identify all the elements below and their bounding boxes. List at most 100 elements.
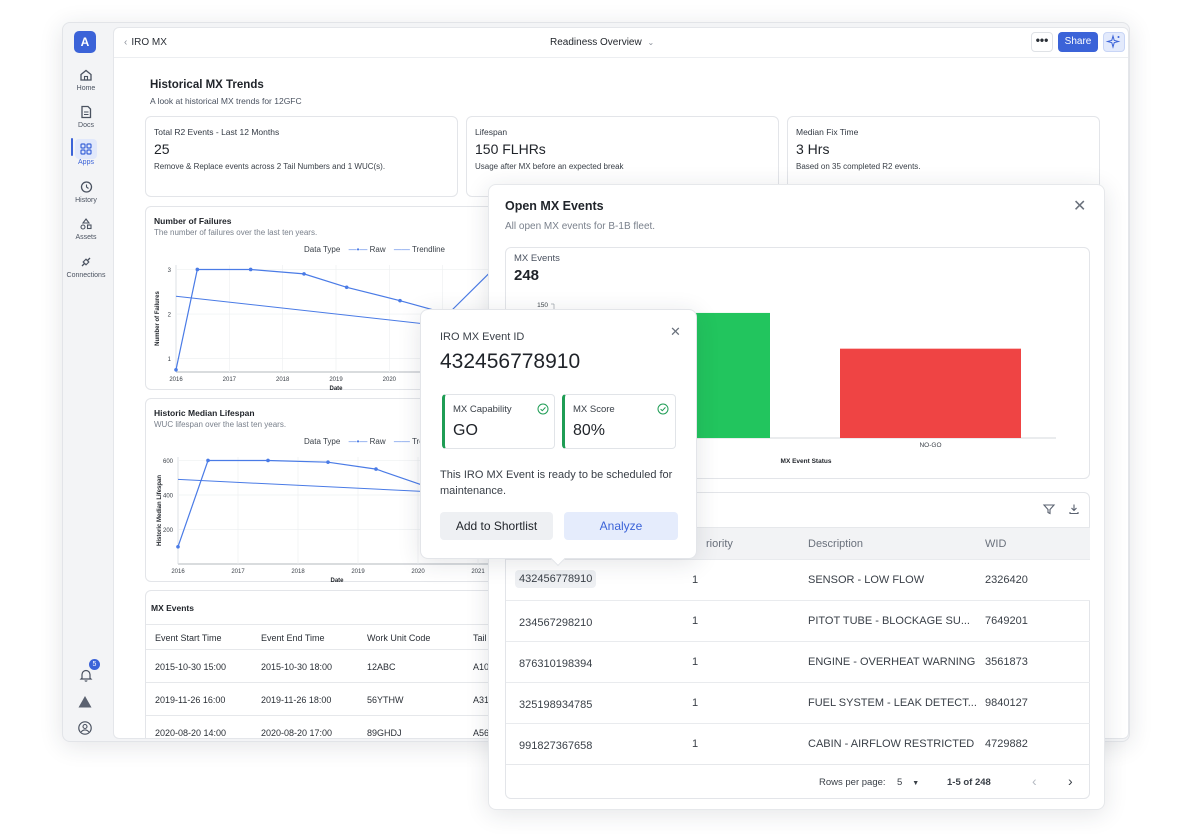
filter-button[interactable] <box>1042 502 1056 521</box>
column-header-priority[interactable]: riority <box>706 538 733 550</box>
x-tick-label: 2019 <box>351 569 365 575</box>
column-header[interactable]: Tail <box>473 633 487 643</box>
cell-tail: A56 <box>473 728 490 738</box>
cell-end: 2020-08-20 17:00 <box>261 728 333 738</box>
warning-icon <box>78 696 92 708</box>
check-circle-icon <box>537 403 549 415</box>
close-icon: ✕ <box>670 324 681 339</box>
download-icon <box>1069 504 1079 515</box>
x-tick-label: 2020 <box>383 377 397 383</box>
table-header: Event Start Time Event End Time Work Uni… <box>146 624 506 650</box>
score-card: MX Score 80% <box>562 394 676 449</box>
cell-event-id[interactable]: 234567298210 <box>519 617 592 629</box>
table-row[interactable]: 2019-11-26 16:00 2019-11-26 18:00 56YTHW… <box>146 683 506 716</box>
back-link[interactable]: ‹ IRO MX <box>124 37 167 48</box>
rows-per-page-label: Rows per page: <box>819 777 886 788</box>
y-tick-label: 150 <box>537 302 548 309</box>
more-options-button[interactable]: ••• <box>1031 32 1053 52</box>
sidebar-item-connections[interactable]: Connections <box>63 254 109 279</box>
page-subtitle: A look at historical MX trends for 12GFC <box>150 96 302 106</box>
share-button[interactable]: Share <box>1058 32 1098 52</box>
next-page-button[interactable]: › <box>1068 773 1073 789</box>
cell-tail: A10 <box>473 662 490 672</box>
column-header-description[interactable]: Description <box>808 538 863 550</box>
sidebar-item-assets[interactable]: Assets <box>63 216 109 241</box>
analyze-button[interactable]: Analyze <box>564 512 678 540</box>
table-row[interactable]: 234567298210 1 PITOT TUBE - BLOCKAGE SU.… <box>506 600 1090 641</box>
data-point <box>344 285 349 290</box>
cell-wid: 2326420 <box>985 574 1028 586</box>
kpi-value: 25 <box>154 141 170 157</box>
table-row[interactable]: 2015-10-30 15:00 2015-10-30 18:00 12ABC … <box>146 650 506 683</box>
download-button[interactable] <box>1067 502 1081 521</box>
y-tick-label: 600 <box>163 459 174 465</box>
score-value: 80% <box>573 422 606 439</box>
view-selector[interactable]: Readiness Overview ⌄ <box>550 37 654 48</box>
cell-event-id[interactable]: 325198934785 <box>519 699 592 711</box>
y-tick-label: 400 <box>163 493 174 499</box>
close-popover-button[interactable]: ✕ <box>670 324 681 340</box>
x-axis-label: Date <box>330 578 344 583</box>
cell-start: 2019-11-26 16:00 <box>155 695 226 705</box>
notifications-button[interactable]: 5 <box>78 659 100 688</box>
workspace-logo[interactable]: A <box>74 31 96 53</box>
panel-subtitle: All open MX events for B-1B fleet. <box>505 221 656 232</box>
pagination-bar: Rows per page: 5 ▼ 1-5 of 248 ‹ › <box>506 764 1090 799</box>
column-header[interactable]: Event End Time <box>261 633 325 643</box>
page-range: 1-5 of 248 <box>947 777 991 788</box>
cell-end: 2019-11-26 18:00 <box>261 695 332 705</box>
table-row[interactable]: 991827367658 1 CABIN - AIRFLOW RESTRICTE… <box>506 723 1090 764</box>
kpi-value: 3 Hrs <box>796 141 830 157</box>
data-point <box>266 458 270 463</box>
cell-event-id[interactable]: 991827367658 <box>519 740 592 752</box>
cell-event-id[interactable]: 432456778910 <box>515 570 597 588</box>
column-header-wid[interactable]: WID <box>985 538 1006 550</box>
table-row[interactable]: 876310198394 1 ENGINE - OVERHEAT WARNING… <box>506 641 1090 682</box>
profile-button[interactable] <box>77 720 93 741</box>
prev-page-button[interactable]: ‹ <box>1032 773 1037 789</box>
table-row[interactable]: 325198934785 1 FUEL SYSTEM - LEAK DETECT… <box>506 682 1090 723</box>
close-panel-button[interactable]: ✕ <box>1073 199 1086 215</box>
popup-message: This IRO MX Event is ready to be schedul… <box>440 469 673 497</box>
cell-tail: A31 <box>473 695 490 705</box>
x-tick-label: 2018 <box>291 569 305 575</box>
add-to-shortlist-button[interactable]: Add to Shortlist <box>440 512 553 540</box>
x-tick-label: 2017 <box>231 569 245 575</box>
sidebar-item-apps[interactable]: Apps <box>63 138 109 166</box>
score-label: MX Score <box>573 404 615 415</box>
column-header[interactable]: Event Start Time <box>155 633 222 643</box>
sidebar-item-history[interactable]: History <box>63 179 109 204</box>
capability-label: MX Capability <box>453 404 512 415</box>
panel-title: Open MX Events <box>505 199 604 213</box>
page-title: Historical MX Trends <box>150 79 264 91</box>
check-circle-icon <box>657 403 669 415</box>
x-tick-label: 2016 <box>169 377 183 383</box>
notification-badge: 5 <box>89 659 100 670</box>
cell-priority: 1 <box>692 738 699 750</box>
table-row[interactable]: 2020-08-20 14:00 2020-08-20 17:00 89GHDJ… <box>146 716 506 738</box>
capability-card: MX Capability GO <box>442 394 555 449</box>
rows-per-page-select[interactable]: 5 ▼ <box>897 777 919 788</box>
cell-wid: 3561873 <box>985 656 1028 668</box>
table-row[interactable]: 432456778910 1 SENSOR - LOW FLOW 2326420 <box>506 559 1090 600</box>
kpi-label: Total R2 Events - Last 12 Months <box>154 127 280 137</box>
warning-button[interactable] <box>77 694 93 715</box>
sidebar-item-docs[interactable]: Docs <box>63 104 109 129</box>
column-header[interactable]: Work Unit Code <box>367 633 430 643</box>
cell-wuc: 12ABC <box>367 662 396 672</box>
caret-down-icon: ▼ <box>912 780 920 787</box>
sidebar-item-home[interactable]: Home <box>63 67 109 92</box>
data-point <box>248 267 253 272</box>
ai-assistant-button[interactable] <box>1103 32 1125 52</box>
chevron-down-icon: ⌄ <box>647 38 655 47</box>
x-tick-label: NO-GO <box>919 442 941 449</box>
sidebar-item-label: Assets <box>75 234 97 241</box>
kpi-label: Lifespan <box>475 127 508 137</box>
y-tick-label: 1 <box>168 357 172 363</box>
cell-priority: 1 <box>692 697 699 709</box>
cell-event-id[interactable]: 876310198394 <box>519 658 592 670</box>
cell-priority: 1 <box>692 574 699 586</box>
rows-per-page-value: 5 <box>897 777 903 788</box>
sidebar-item-label: Connections <box>66 272 106 279</box>
connections-icon <box>81 257 91 267</box>
